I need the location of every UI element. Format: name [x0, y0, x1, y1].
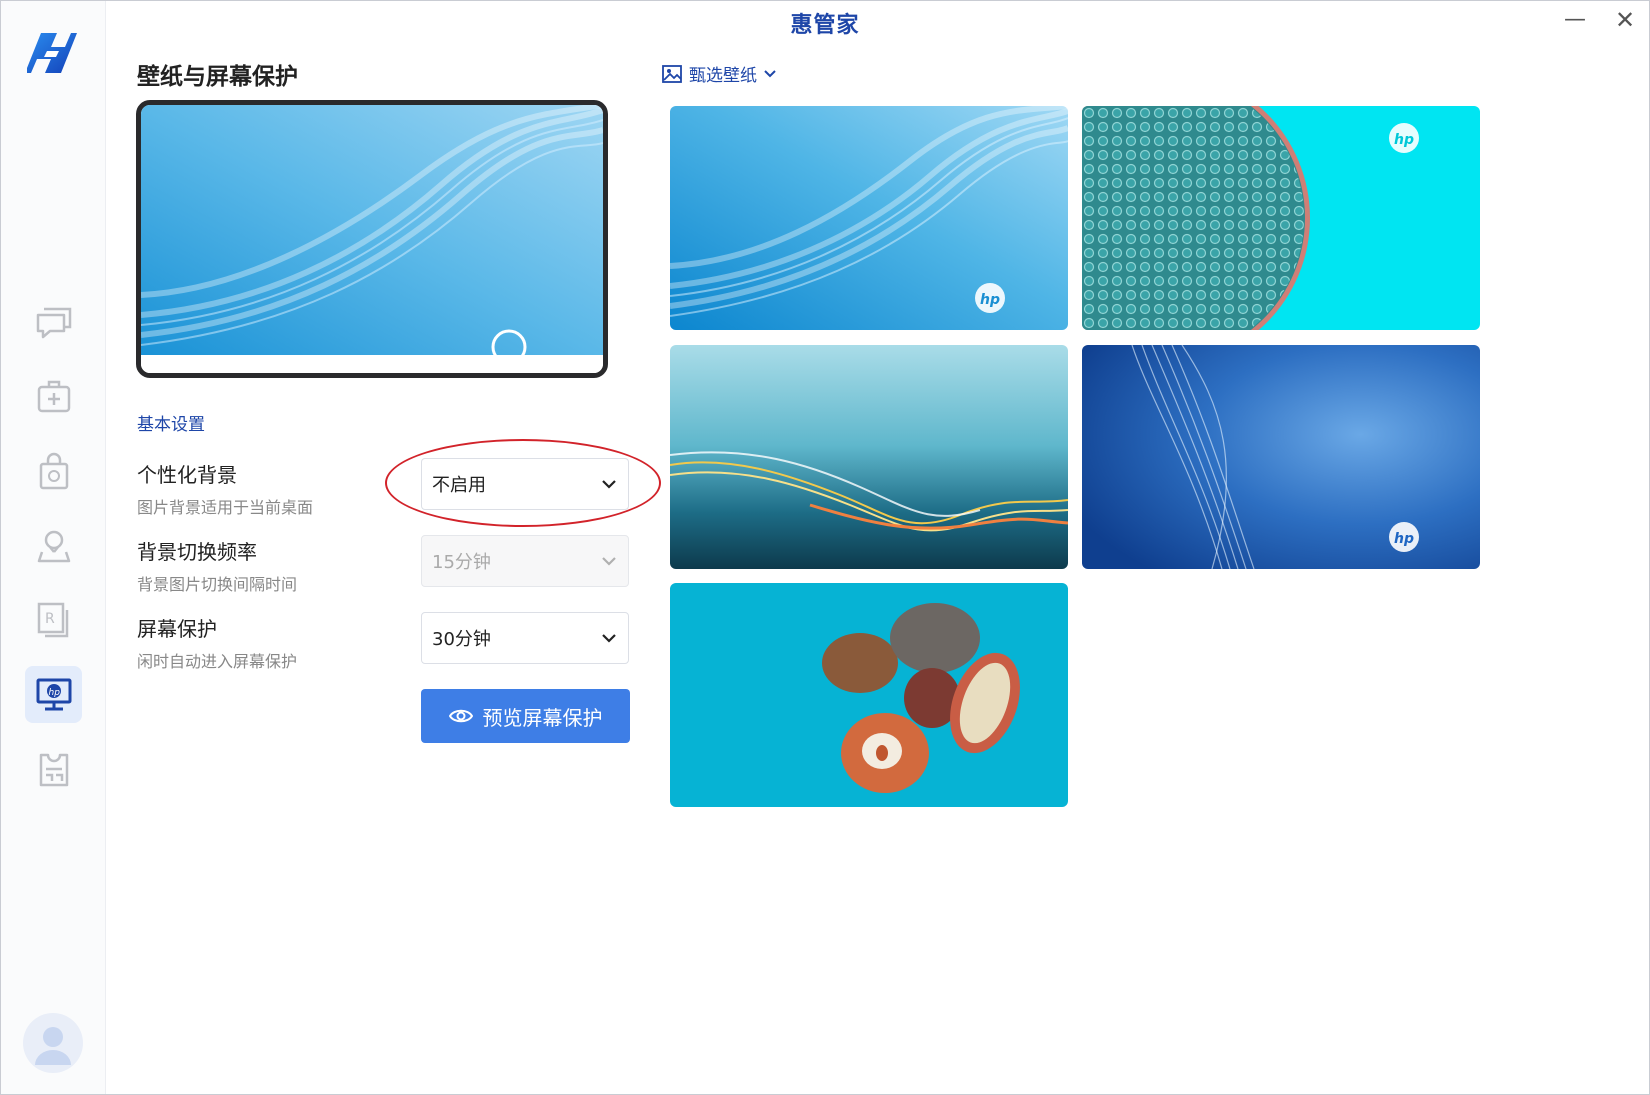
svg-text:hp: hp: [980, 292, 1000, 308]
hp-app-logo[interactable]: [25, 27, 79, 79]
setting-screensaver: 屏幕保护 闲时自动进入屏幕保护: [137, 613, 297, 672]
light-trails-wallpaper[interactable]: [670, 345, 1068, 569]
shopping-bag-icon: [39, 452, 68, 489]
sidebar-item-store[interactable]: [25, 442, 82, 499]
preview-screensaver-button[interactable]: 预览屏幕保护: [421, 689, 630, 743]
svg-text:R: R: [45, 611, 55, 627]
sidebar-item-wallpaper[interactable]: hp: [25, 666, 82, 723]
svg-text:hp: hp: [48, 688, 60, 698]
user-avatar[interactable]: [23, 1013, 83, 1073]
sidebar-item-health[interactable]: [25, 367, 82, 424]
setting-description: 图片背景适用于当前桌面: [137, 498, 314, 517]
wallpaper-filter-dropdown[interactable]: 甄选壁纸: [661, 61, 777, 86]
personalized-background-select[interactable]: 不启用: [421, 458, 629, 510]
switch-frequency-select[interactable]: 15分钟: [421, 535, 629, 587]
screensaver-timeout-select[interactable]: 30分钟: [421, 612, 629, 664]
sidebar-item-registration[interactable]: R: [25, 591, 82, 648]
sidebar: R hp: [1, 1, 106, 1094]
setting-title: 屏幕保护: [137, 617, 217, 641]
main-content: 壁纸与屏幕保护 甄选壁纸 基本设置 个性化背景 图片背景适用于当前桌面 不启用 …: [105, 1, 1649, 1094]
sidebar-item-location[interactable]: [25, 517, 82, 574]
cyan-bubbles-wallpaper[interactable]: hp: [1082, 106, 1480, 330]
wallpaper-filter-label: 甄选壁纸: [689, 66, 757, 86]
sidebar-item-chat[interactable]: [25, 293, 82, 350]
select-value: 15分钟: [432, 552, 491, 573]
chevron-down-icon: [764, 69, 776, 77]
medical-kit-icon: [37, 380, 70, 412]
chevron-down-icon: [602, 480, 616, 489]
blue-fiber-wallpaper[interactable]: hp: [1082, 345, 1480, 569]
eye-icon: [448, 709, 473, 723]
setting-description: 背景图片切换间隔时间: [137, 575, 298, 594]
chevron-down-icon: [602, 557, 616, 566]
sidebar-item-service[interactable]: [25, 741, 82, 798]
image-icon: [662, 64, 682, 83]
setting-title: 背景切换频率: [137, 540, 257, 564]
setting-title: 个性化背景: [137, 463, 237, 487]
svg-text:hp: hp: [1394, 531, 1414, 547]
blue-wave-wallpaper[interactable]: hp: [670, 106, 1068, 330]
location-pin-icon: [37, 530, 70, 562]
select-value: 不启用: [432, 475, 486, 496]
section-basic-settings: 基本设置: [137, 415, 205, 435]
preview-screensaver-label: 预览屏幕保护: [482, 705, 603, 730]
select-value: 30分钟: [432, 629, 491, 650]
receipt-icon: [39, 753, 68, 786]
pebbles-wallpaper[interactable]: [670, 583, 1068, 807]
svg-text:hp: hp: [1394, 132, 1414, 148]
chevron-down-icon: [602, 634, 616, 643]
registered-document-icon: R: [37, 602, 68, 637]
user-avatar-icon: [35, 1027, 71, 1065]
app-window: 惠管家 — ✕ R hp 壁纸与屏幕保护 甄选壁纸 基本设置 个性化背景 图片背…: [0, 0, 1650, 1095]
setting-personalized-background: 个性化背景 图片背景适用于当前桌面: [137, 459, 313, 518]
monitor-hp-icon: hp: [36, 678, 71, 710]
chat-bubbles-icon: [36, 307, 71, 338]
setting-description: 闲时自动进入屏幕保护: [137, 652, 298, 671]
page-title: 壁纸与屏幕保护: [137, 64, 298, 90]
setting-switch-frequency: 背景切换频率 背景图片切换间隔时间: [137, 536, 297, 595]
current-wallpaper-preview: [136, 100, 608, 378]
